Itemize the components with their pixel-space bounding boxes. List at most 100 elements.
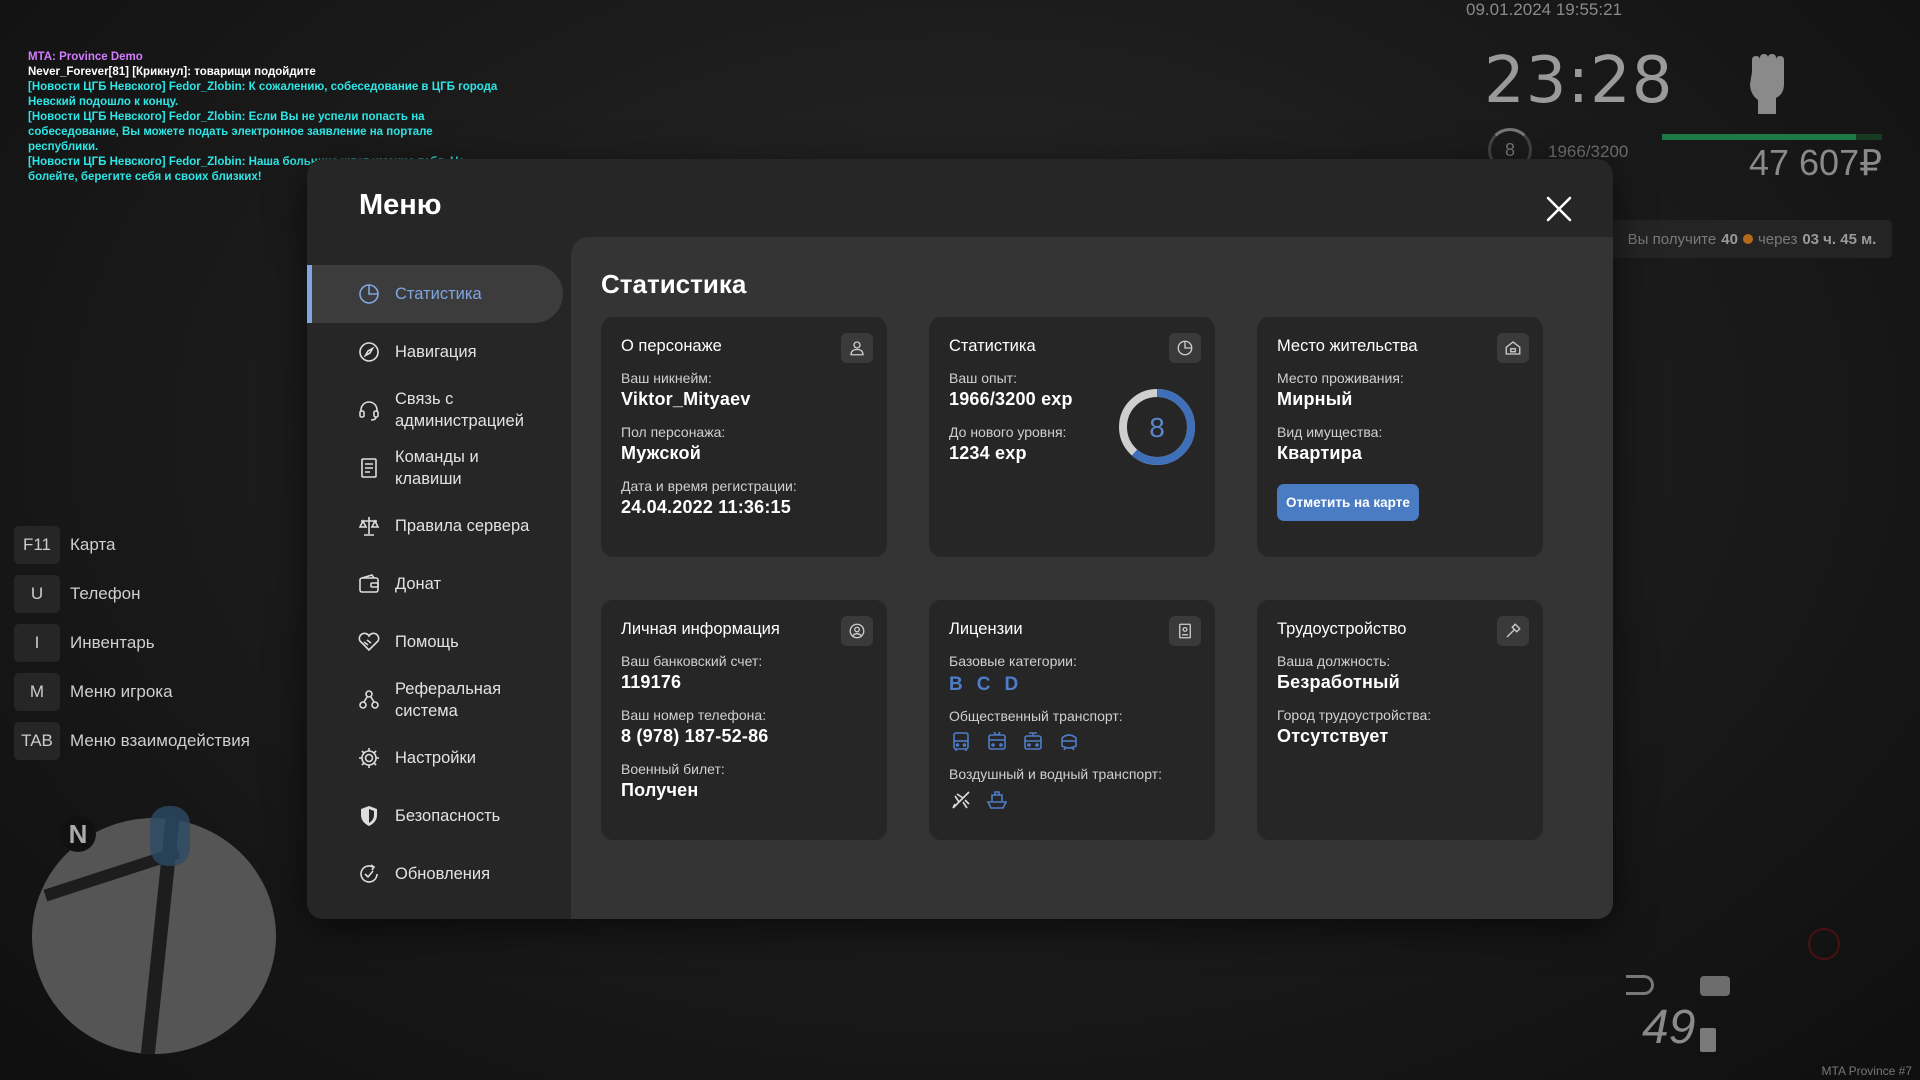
hud-reward-banner: Вы получите 40 через 03 ч. 45 м.: [1612, 220, 1892, 258]
field-label: Ваш номер телефона:: [621, 707, 767, 723]
card-personal-info: Личная информация Ваш банковский счет: 1…: [601, 600, 887, 840]
card-title: Место жительства: [1277, 337, 1418, 355]
pie-chart-icon: [1177, 340, 1193, 356]
sidebar-item-label: Статистика: [395, 285, 482, 303]
hotkey-label: Меню игрока: [70, 681, 173, 701]
bus-icon: [953, 732, 969, 751]
hotkey-label: Инвентарь: [70, 632, 155, 652]
sidebar-item-help[interactable]: Помощь: [307, 613, 563, 671]
phone-value: 8 (978) 187-52-86: [621, 726, 769, 746]
property-value: Квартира: [1277, 443, 1363, 463]
hotkey-key: F11: [14, 525, 60, 564]
field-label: Место проживания:: [1277, 370, 1404, 386]
sidebar-item-label: Обновления: [395, 865, 491, 883]
field-label: Дата и время регистрации:: [621, 478, 797, 494]
close-button[interactable]: [1539, 189, 1579, 229]
card-icon-button: [841, 333, 873, 363]
license-icon: [1179, 623, 1191, 639]
metro-icon: [1061, 734, 1077, 751]
close-icon: [1546, 196, 1572, 222]
shield-icon: [361, 806, 377, 826]
sidebar-item-label: Безопасность: [395, 807, 501, 825]
document-icon: [361, 458, 377, 478]
field-label: Ваш опыт:: [949, 370, 1017, 386]
gender-value: Мужской: [621, 443, 701, 463]
sidebar-item-updates[interactable]: Обновления: [307, 845, 563, 903]
sidebar-item-label: Помощь: [395, 633, 459, 651]
license-category: D: [1004, 674, 1019, 695]
trolleybus-icon: [988, 731, 1006, 750]
hud-health-bar: [1662, 134, 1882, 140]
hotkey-inventory: I Инвентарь: [14, 618, 250, 667]
field-label: Ваша должность:: [1277, 653, 1391, 669]
hud-clock: 23:28: [1484, 44, 1674, 118]
sidebar-item-admin-contact[interactable]: Связь с администрацией: [307, 381, 563, 439]
boat-icon: [986, 791, 1008, 809]
watermark: MTA Province #7: [1821, 1064, 1912, 1078]
military-id-value: Получен: [621, 780, 699, 800]
sidebar-item-settings[interactable]: Настройки: [307, 729, 563, 787]
field-label: Вид имущества:: [1277, 424, 1383, 440]
chat-server-line: MTA: Province Demo: [28, 51, 143, 63]
card-title: Личная информация: [621, 620, 780, 638]
card-employment: Трудоустройство Ваша должность: Безработ…: [1257, 600, 1543, 840]
reward-time: 03 ч. 45 м.: [1802, 230, 1877, 248]
card-title: Трудоустройство: [1277, 620, 1407, 638]
sidebar-item-security[interactable]: Безопасность: [307, 787, 563, 845]
license-categories: B C D: [949, 674, 1195, 696]
level-progress-ring: 8: [1119, 389, 1195, 465]
field-label: Ваш банковский счет:: [621, 653, 763, 669]
fuel-icon: [1700, 1028, 1716, 1052]
content-panel: Статистика О персонаже Ваш никнейм: Vikt…: [571, 237, 1613, 919]
chat-line: [Новости ЦГБ Невского] Fedor_Zlobin: К с…: [28, 81, 498, 108]
sidebar-item-label: Связь с администрацией: [395, 390, 524, 430]
bank-account-value: 119176: [621, 672, 682, 692]
sidebar-item-rules[interactable]: Правила сервера: [307, 497, 563, 555]
sidebar-item-statistics[interactable]: Статистика: [307, 265, 563, 323]
field-label: Город трудоустройства:: [1277, 707, 1432, 723]
hud-money: 47 607₽: [1748, 142, 1882, 183]
sidebar-item-donate[interactable]: Донат: [307, 555, 563, 613]
reward-suffix: через: [1757, 230, 1798, 248]
airplane-icon: [952, 791, 970, 809]
coin-icon: [1742, 234, 1753, 244]
field-label: Военный билет:: [621, 761, 725, 777]
sidebar-item-label: Донат: [395, 575, 442, 593]
hotkey-label: Телефон: [70, 583, 141, 603]
warning-icon: [1808, 928, 1840, 960]
hotkey-key: TAB: [14, 721, 60, 760]
hotkey-label: Карта: [70, 534, 116, 554]
card-title: Лицензии: [949, 620, 1023, 638]
hotkey-label: Меню взаимодействия: [70, 730, 250, 750]
field-label: Пол персонажа:: [621, 424, 726, 440]
handshake-icon: [358, 632, 380, 652]
air-water-licenses: [949, 788, 1195, 812]
license-category: C: [976, 674, 991, 695]
sidebar-item-commands[interactable]: Команды и клавиши: [307, 439, 563, 497]
card-title: О персонаже: [621, 337, 722, 355]
field-label: Воздушный и водный транспорт:: [949, 766, 1162, 782]
field-label: Общественный транспорт:: [949, 708, 1123, 724]
sidebar-item-navigation[interactable]: Навигация: [307, 323, 563, 381]
wallet-icon: [359, 574, 379, 593]
card-character: О персонаже Ваш никнейм: Viktor_Mityaev …: [601, 317, 887, 557]
sidebar-item-label: Команды и клавиши: [395, 448, 479, 488]
menu-title: Меню: [359, 189, 442, 221]
sidebar-item-label: Навигация: [395, 343, 477, 361]
sidebar-item-referral[interactable]: Реферальная система: [307, 671, 563, 729]
hotkey-phone: U Телефон: [14, 569, 250, 618]
position-value: Безработный: [1277, 672, 1400, 692]
license-category: B: [949, 674, 963, 695]
referral-icon: [359, 690, 379, 709]
nickname-value: Viktor_Mityaev: [621, 389, 751, 409]
page-title: Статистика: [601, 269, 747, 299]
headlight-icon: [1626, 975, 1654, 995]
hotkey-key: M: [14, 672, 60, 711]
gear-icon: [359, 748, 379, 768]
sidebar-item-label: Реферальная система: [395, 680, 502, 720]
refresh-check-icon: [360, 864, 378, 883]
hotkey-player-menu: M Меню игрока: [14, 667, 250, 716]
card-icon-button: [1169, 616, 1201, 646]
menu-sidebar: Статистика Навигация Связь с администрац…: [307, 265, 563, 903]
mark-on-map-button[interactable]: Отметить на карте: [1277, 484, 1419, 521]
